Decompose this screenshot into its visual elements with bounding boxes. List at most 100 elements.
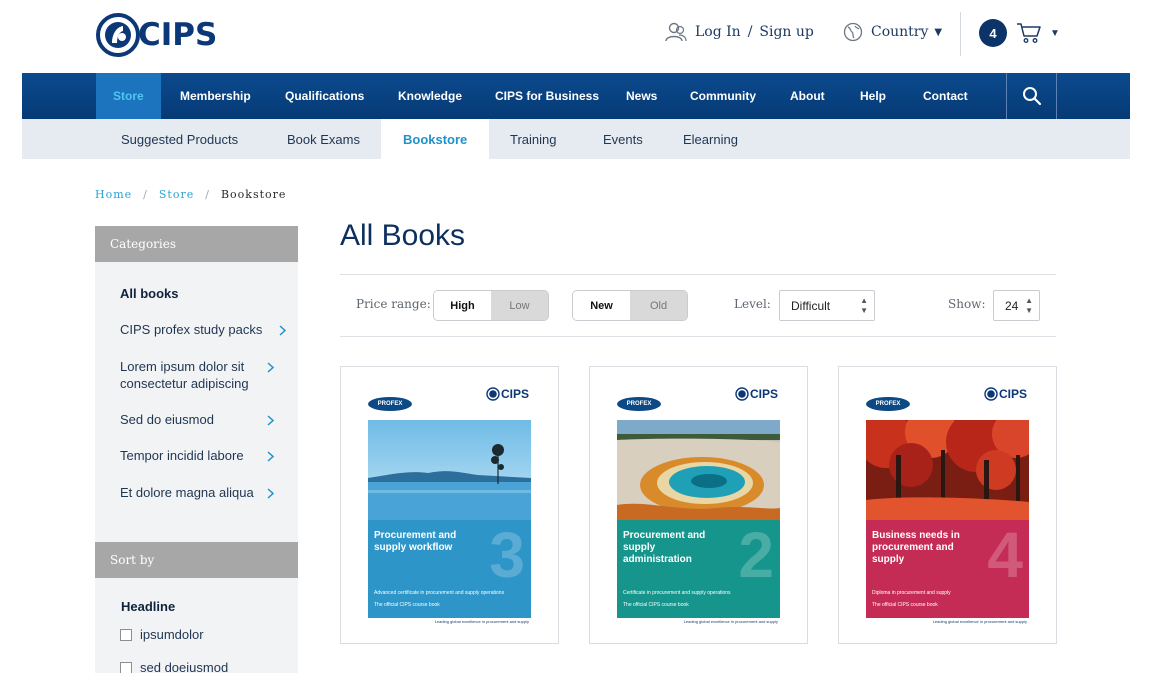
category-all-books[interactable]: All books xyxy=(120,285,285,302)
category-label: All books xyxy=(120,286,179,301)
category-sed-do-eiusmod[interactable]: Sed do eiusmod xyxy=(120,411,285,428)
sidebar: Categories All books CIPS profex study p… xyxy=(95,226,298,673)
show-label: Show: xyxy=(948,297,986,311)
subnav-item-suggested-products[interactable]: Suggested Products xyxy=(121,119,238,159)
show-count-select[interactable]: 24 ▲ ▼ xyxy=(993,290,1040,321)
stepper-arrows-icon: ▲ ▼ xyxy=(860,296,868,315)
search-button[interactable] xyxy=(1006,73,1057,119)
book-cover: PROFEX CIPS Procurement and supply workf… xyxy=(368,383,531,624)
breadcrumb-separator: / xyxy=(143,188,148,201)
category-et-dolore[interactable]: Et dolore magna aliqua xyxy=(120,484,285,501)
profex-logo: PROFEX xyxy=(617,397,661,411)
profex-logo: PROFEX xyxy=(368,397,412,411)
country-label: Country xyxy=(871,24,929,40)
cart-count-badge[interactable]: 4 xyxy=(979,19,1007,47)
caret-down-icon: ▼ xyxy=(1050,27,1060,39)
level-value: Difficult xyxy=(791,298,831,313)
breadcrumb: Home / Store / Bookstore xyxy=(95,188,286,201)
subnav-item-events[interactable]: Events xyxy=(603,119,643,159)
category-label: Lorem ipsum dolor sit consectetur adipis… xyxy=(120,359,249,391)
nav-item-community[interactable]: Community xyxy=(690,73,756,119)
signup-link[interactable]: Sign up xyxy=(759,24,813,40)
nav-item-news[interactable]: News xyxy=(626,73,657,119)
book-course-line: The official CIPS course book xyxy=(374,602,440,608)
breadcrumb-store[interactable]: Store xyxy=(159,188,194,201)
page-title: All Books xyxy=(340,219,466,252)
cips-mini-text: CIPS xyxy=(998,387,1027,401)
price-low-option[interactable]: Low xyxy=(491,291,548,320)
old-option[interactable]: Old xyxy=(630,291,687,320)
book-title: Procurement and supply administration xyxy=(623,530,706,565)
checkbox[interactable] xyxy=(120,661,132,673)
book-title: Business needs in procurement and supply xyxy=(872,530,960,565)
cips-mini-logo: CIPS xyxy=(486,387,529,401)
nav-item-cips-for-business[interactable]: CIPS for Business xyxy=(495,73,599,119)
category-label: Sed do eiusmod xyxy=(120,412,214,427)
subnav-item-bookstore[interactable]: Bookstore xyxy=(381,119,490,159)
breadcrumb-home[interactable]: Home xyxy=(95,188,132,201)
book-course-line: The official CIPS course book xyxy=(872,602,938,608)
subnav-item-book-exams[interactable]: Book Exams xyxy=(287,119,360,159)
nav-item-membership[interactable]: Membership xyxy=(180,73,251,119)
subnav-item-elearning[interactable]: Elearning xyxy=(683,119,738,159)
cover-tagline: Leading global excellence in procurement… xyxy=(683,619,778,624)
book-level-number: 3 xyxy=(489,519,525,591)
main-nav: Store Membership Qualifications Knowledg… xyxy=(22,73,1130,119)
caret-down-icon: ▼ xyxy=(934,26,943,38)
product-card[interactable]: PROFEX CIPS Business needs in procuremen… xyxy=(838,366,1057,644)
sort-option-label: ipsumdolor xyxy=(140,627,204,642)
product-card[interactable]: PROFEX CIPS Procurement and supply workf… xyxy=(340,366,559,644)
price-range-label: Price range: xyxy=(356,297,431,311)
price-high-option[interactable]: High xyxy=(434,291,491,320)
cips-logo[interactable]: CIPS xyxy=(96,12,217,58)
cover-photo-lake xyxy=(368,420,531,520)
sort-option-ipsumdolor[interactable]: ipsumdolor xyxy=(120,627,204,642)
book-level-number: 2 xyxy=(738,519,774,591)
nav-item-help[interactable]: Help xyxy=(860,73,886,119)
book-cover: PROFEX CIPS Business needs in procuremen… xyxy=(866,383,1029,624)
book-cover: PROFEX CIPS Procurement and supply admin… xyxy=(617,383,780,624)
cover-title-band: Procurement and supply administration 2 … xyxy=(617,520,780,618)
cover-tagline: Leading global excellence in procurement… xyxy=(932,619,1027,624)
category-profex-study-packs[interactable]: CIPS profex study packs xyxy=(120,321,287,340)
country-selector[interactable]: Country ▼ xyxy=(843,22,942,42)
chevron-right-icon xyxy=(267,486,275,503)
account-links: Log In / Sign up xyxy=(665,22,814,42)
cips-mini-text: CIPS xyxy=(749,387,778,401)
book-subtitle: Diploma in procurement and supply xyxy=(872,590,951,596)
link-separator: / xyxy=(747,24,753,40)
profex-logo: PROFEX xyxy=(866,397,910,411)
checkbox[interactable] xyxy=(120,628,132,641)
cover-title-band: Business needs in procurement and supply… xyxy=(866,520,1029,618)
new-option[interactable]: New xyxy=(573,291,630,320)
cover-photo-autumn-forest xyxy=(866,420,1029,520)
sub-nav: Suggested Products Book Exams Bookstore … xyxy=(22,119,1130,159)
subnav-item-training[interactable]: Training xyxy=(510,119,556,159)
category-lorem-ipsum[interactable]: Lorem ipsum dolor sit consectetur adipis… xyxy=(120,358,275,392)
cips-mini-logo: CIPS xyxy=(984,387,1027,401)
chevron-right-icon xyxy=(279,323,287,340)
category-tempor-incidid[interactable]: Tempor incidid labore xyxy=(120,447,285,464)
nav-item-store[interactable]: Store xyxy=(96,73,161,119)
level-select[interactable]: Difficult ▲ ▼ xyxy=(779,290,875,321)
nav-item-contact[interactable]: Contact xyxy=(923,73,968,119)
product-card[interactable]: PROFEX CIPS Procurement and supply admin… xyxy=(589,366,808,644)
sort-option-sed-doeiusmod[interactable]: sed doeiusmod xyxy=(120,660,228,673)
category-label: CIPS profex study packs xyxy=(120,322,263,337)
cips-logo-mark xyxy=(96,13,140,57)
search-icon xyxy=(1022,86,1042,106)
user-icon[interactable] xyxy=(665,22,687,42)
cart-button[interactable]: ▼ xyxy=(1016,22,1060,44)
chevron-right-icon xyxy=(267,449,275,466)
nav-item-qualifications[interactable]: Qualifications xyxy=(285,73,364,119)
book-level-number: 4 xyxy=(987,519,1023,591)
sort-group-title: Headline xyxy=(121,599,176,614)
login-link[interactable]: Log In xyxy=(695,24,741,40)
show-count-value: 24 xyxy=(1005,298,1019,313)
category-label: Tempor incidid labore xyxy=(120,448,244,463)
nav-item-knowledge[interactable]: Knowledge xyxy=(398,73,462,119)
stepper-arrows-icon: ▲ ▼ xyxy=(1025,296,1033,315)
book-subtitle: Advanced certificate in procurement and … xyxy=(374,590,505,596)
nav-item-about[interactable]: About xyxy=(790,73,825,119)
globe-icon xyxy=(843,22,863,42)
